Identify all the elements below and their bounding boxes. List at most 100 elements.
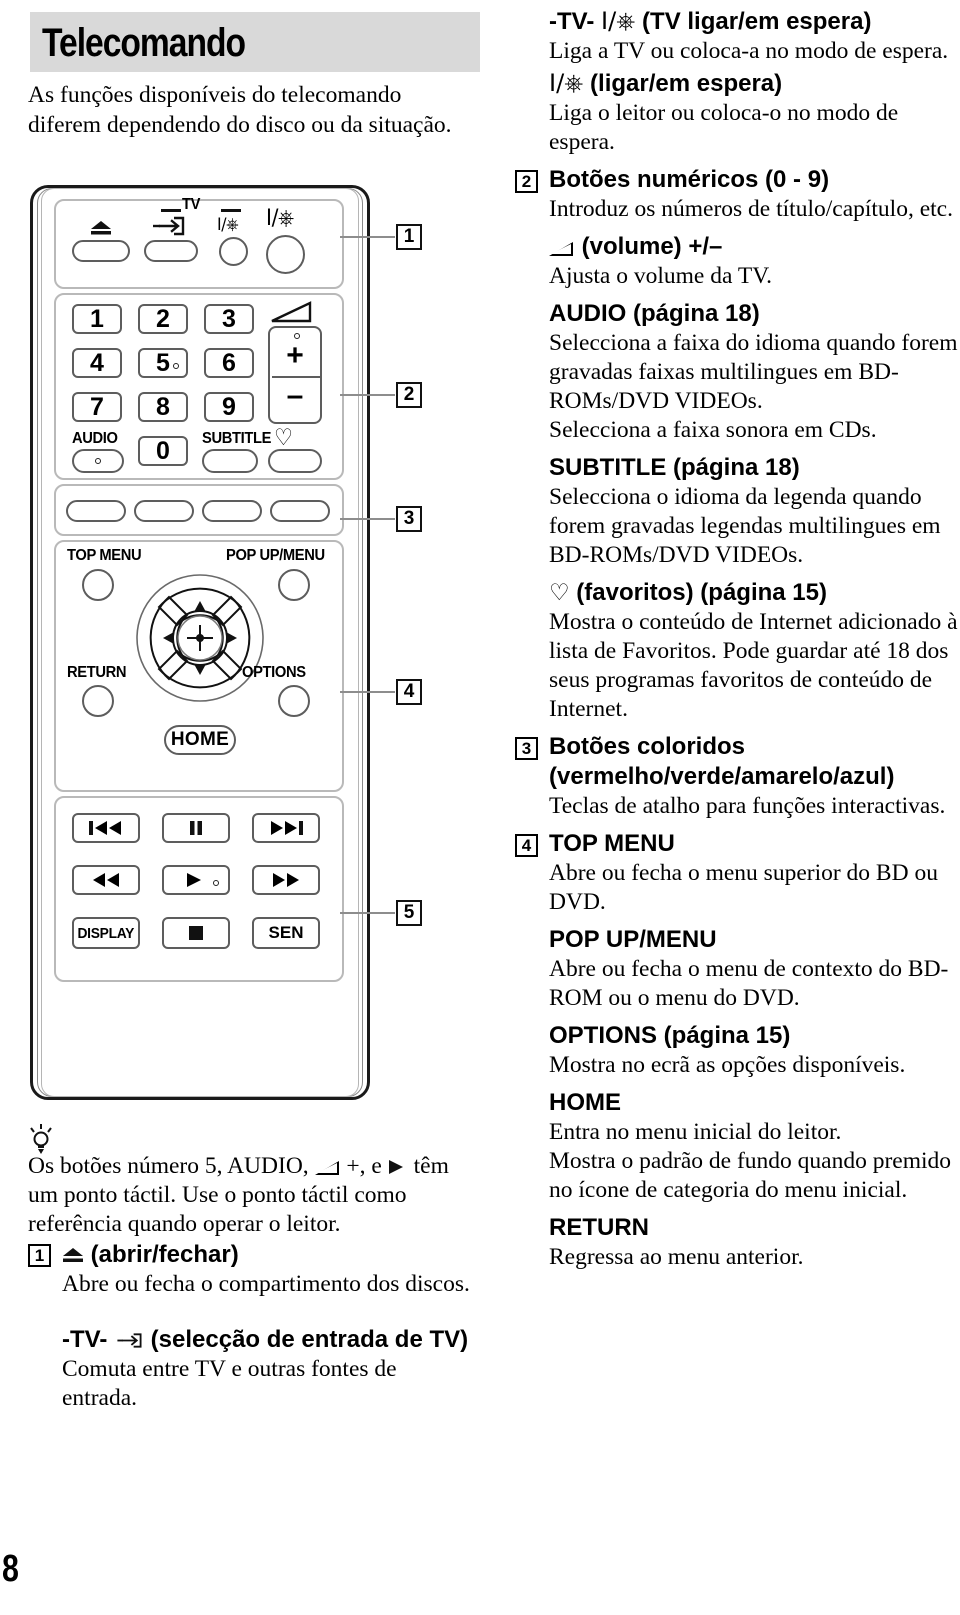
number-button-4[interactable]: 4 [72,348,122,378]
pop-up-menu-label: POP UP/MENU [226,547,325,564]
heart-favorites-icon: ♡ [549,580,570,606]
right-column: -TV- I/⎈ (TV ligar/em espera) Liga a TV … [515,0,960,1272]
callout-2: 2 [396,382,422,408]
right-entry-tv-power: -TV- I/⎈ (TV ligar/em espera) Liga a TV … [515,6,960,66]
right-entry-color-heading: Botões coloridos (vermelho/verde/amarelo… [549,733,895,790]
number-button-9[interactable]: 9 [204,392,254,422]
tv-input-select-button[interactable] [144,240,198,262]
right-entry-power-heading: I/⎈ (ligar/em espera) [549,69,783,97]
previous-button[interactable] [72,813,140,843]
tactile-dot-icon [173,363,179,369]
right-entry-volume: (volume) +/– Ajusta o volume da TV. [515,232,960,291]
number-button-5[interactable]: 5 [138,348,188,378]
pop-up-menu-button[interactable] [278,569,310,601]
callout-leader-5 [340,912,395,914]
right-entry-subtitle-body: Selecciona o idioma da legenda quando fo… [549,484,941,568]
tactile-dot-icon [95,458,101,464]
number-button-6[interactable]: 6 [204,348,254,378]
right-entry-options-heading: OPTIONS (página 15) [549,1022,791,1049]
callout-1: 1 [396,224,422,250]
tv-label: TV [182,196,201,213]
tactile-dot-icon [213,880,219,886]
home-button[interactable]: HOME [164,725,236,755]
right-entry-home-body-1: Entra no menu inicial do leitor. [549,1119,842,1145]
return-button[interactable] [82,685,114,717]
volume-rocker[interactable]: + – [268,326,322,424]
color-button-blue[interactable] [270,500,330,522]
right-entry-volume-heading: (volume) +/– [549,232,960,262]
right-entry-pop-up-menu-body: Abre ou fecha o menu de contexto do BD-R… [549,956,949,1011]
next-icon [271,821,303,835]
number-button-7[interactable]: 7 [72,392,122,422]
subtitle-button[interactable] [202,449,258,473]
left-column: Telecomando As funções disponíveis do te… [0,0,490,1615]
callout-leader-3 [340,518,395,520]
eject-button[interactable] [72,240,130,262]
options-button[interactable] [278,685,310,717]
eject-icon [90,221,112,235]
callout-4: 4 [396,679,422,705]
fast-forward-icon [273,873,299,887]
power-standby-icon: I/⎈ [601,7,636,35]
right-entry-numeric-heading: Botões numéricos (0 - 9) [549,166,830,193]
volume-icon [549,241,575,256]
tv-power-button[interactable] [219,237,248,266]
number-button-0[interactable]: 0 [138,436,188,466]
number-button-8[interactable]: 8 [138,392,188,422]
volume-plus[interactable]: + [286,341,304,371]
next-button[interactable] [252,813,320,843]
callout-leader-4 [340,691,395,693]
left-entry-2-body: Comuta entre TV e outras fontes de entra… [62,1356,397,1411]
volume-divider [272,376,322,378]
options-label: OPTIONS [242,664,306,681]
volume-minus[interactable]: – [287,381,304,411]
right-entry-home: HOME Entra no menu inicial do leitor. Mo… [515,1088,960,1205]
stop-button[interactable] [162,917,230,949]
page-title: Telecomando [42,21,246,65]
rewind-icon [93,873,119,887]
favorites-button[interactable] [268,449,322,473]
number-button-1[interactable]: 1 [72,304,122,334]
right-entry-color-body: Teclas de atalho para funções interactiv… [549,793,946,819]
color-button-yellow[interactable] [202,500,262,522]
tactile-dot-icon [294,333,300,339]
right-entry-numeric: 2 Botões numéricos (0 - 9) Introduz os n… [515,165,960,224]
right-entry-pop-up-menu-heading: POP UP/MENU [549,926,717,953]
left-entry-1-number: 1 [28,1244,51,1267]
rewind-button[interactable] [72,865,140,895]
right-entry-audio-heading: AUDIO (página 18) [549,300,760,327]
pause-button[interactable] [162,813,230,843]
play-button[interactable] [162,865,230,895]
stop-icon [189,926,203,940]
right-entry-numeric-body: Introduz os números de título/capítulo, … [549,196,953,222]
display-button[interactable]: DISPLAY [72,917,140,949]
right-entry-top-menu-heading: TOP MENU [549,830,675,857]
right-entry-options: OPTIONS (página 15) Mostra no ecrã as op… [515,1021,960,1080]
right-entry-home-body-2: Mostra o padrão de fundo quando premido … [549,1148,952,1203]
sen-button[interactable]: SEN [252,917,320,949]
previous-icon [89,821,121,835]
volume-icon [270,301,312,323]
number-button-3[interactable]: 3 [204,304,254,334]
top-menu-label: TOP MENU [67,547,142,564]
top-menu-button[interactable] [82,569,114,601]
tip-bulb-icon [28,1124,54,1154]
right-entry-favorites-body: Mostra o conteúdo de Internet adicionado… [549,609,958,722]
manual-page: Telecomando As funções disponíveis do te… [0,0,960,1615]
number-button-2[interactable]: 2 [138,304,188,334]
audio-button[interactable] [72,449,124,473]
color-button-red[interactable] [66,500,126,522]
power-button[interactable] [266,235,305,274]
right-entry-power-body: Liga o leitor ou coloca-o no modo de esp… [549,100,899,155]
right-entry-audio-body-2: Selecciona a faixa sonora em CDs. [549,417,877,443]
right-entry-audio-body-1: Selecciona a faixa do idioma quando fore… [549,330,958,414]
remote-control-diagram: TV I/⎈ I/⎈ 1 2 3 4 5 6 7 8 9 + – AUDIO 0… [30,185,370,1100]
right-entry-power: I/⎈ (ligar/em espera) Liga o leitor ou c… [515,68,960,157]
color-button-green[interactable] [134,500,194,522]
fast-forward-button[interactable] [252,865,320,895]
dpad[interactable] [135,573,265,703]
right-entry-tv-power-heading: -TV- I/⎈ (TV ligar/em espera) [549,7,872,35]
section-title-bar: Telecomando [30,12,480,72]
power-standby-icon: I/⎈ [266,206,294,231]
page-number: 8 [2,1548,19,1590]
